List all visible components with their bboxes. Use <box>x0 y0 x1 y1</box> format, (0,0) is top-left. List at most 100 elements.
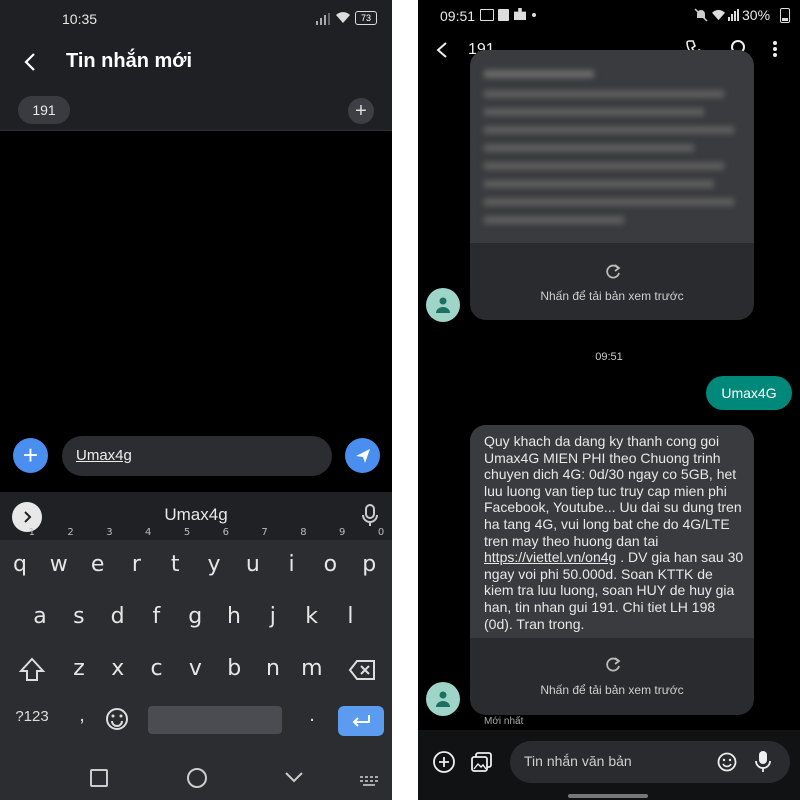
space-key[interactable] <box>148 706 282 734</box>
sender-avatar[interactable] <box>426 682 460 716</box>
key-u[interactable]: 7u <box>235 528 271 588</box>
mic-icon[interactable] <box>754 750 772 774</box>
key-letter: p <box>362 552 377 577</box>
right-phone-screen: 09:51 30% 191 <box>418 0 800 800</box>
attach-button[interactable]: + <box>13 438 48 473</box>
puzzle-notification-icon <box>514 8 526 20</box>
left-phone-screen: 10:35 73 Tin nhắn mới 191 + + Umax4g Uma… <box>0 0 392 800</box>
key-z[interactable]: z <box>61 646 97 692</box>
backspace-icon <box>348 660 375 680</box>
emoji-icon[interactable] <box>716 751 738 773</box>
period-key[interactable]: . <box>302 704 322 727</box>
key-letter: y <box>207 552 221 577</box>
key-l[interactable]: l <box>332 594 368 640</box>
message-notification-icon <box>498 9 509 21</box>
key-number-hint: 9 <box>339 527 346 538</box>
sent-message-bubble[interactable]: Umax4G <box>706 376 792 410</box>
recipient-chip[interactable]: 191 <box>18 96 70 124</box>
plus-icon: + <box>22 440 39 470</box>
input-placeholder: Tin nhắn văn bản <box>524 753 632 769</box>
received-message-bubble[interactable]: Quy khach da dang ky thanh cong goi Umax… <box>470 425 754 715</box>
battery-icon <box>780 8 790 23</box>
key-number-hint: 5 <box>183 527 191 538</box>
key-v[interactable]: v <box>177 646 213 692</box>
key-d[interactable]: d <box>100 594 136 640</box>
received-message-previous[interactable]: Nhấn để tải bản xem trước <box>470 50 754 320</box>
key-m[interactable]: m <box>294 646 330 692</box>
key-e[interactable]: 3e <box>80 528 116 588</box>
home-button-icon[interactable] <box>187 768 207 788</box>
key-p[interactable]: 0p <box>351 528 387 588</box>
keyboard-switch-icon[interactable] <box>360 773 378 791</box>
mute-icon <box>694 8 708 27</box>
key-t[interactable]: 5t <box>157 528 193 588</box>
key-letter: w <box>49 552 68 577</box>
backspace-key[interactable] <box>340 652 380 688</box>
send-button[interactable] <box>345 438 380 473</box>
message-input[interactable]: Umax4g <box>62 436 332 476</box>
blurred-message-body <box>470 50 754 243</box>
add-attachment-icon[interactable] <box>432 750 456 779</box>
key-q[interactable]: 1q <box>2 528 38 588</box>
key-b[interactable]: b <box>216 646 252 692</box>
comma-key[interactable]: , <box>72 704 92 727</box>
latest-label: Mới nhất <box>484 716 524 727</box>
text-message-input[interactable]: Tin nhắn văn bản <box>510 741 790 783</box>
signal-icon <box>728 8 740 26</box>
emoji-key[interactable] <box>104 706 130 737</box>
message-input-text: Umax4g <box>76 447 132 464</box>
battery-percent: 30% <box>742 7 771 23</box>
key-j[interactable]: j <box>255 594 291 640</box>
key-h[interactable]: h <box>216 594 252 640</box>
key-a[interactable]: a <box>22 594 58 640</box>
emoji-icon <box>106 708 128 730</box>
key-number-hint: 2 <box>67 527 74 538</box>
key-k[interactable]: k <box>294 594 330 640</box>
key-number-hint: 1 <box>28 527 35 538</box>
key-letter: e <box>90 552 105 577</box>
enter-key[interactable] <box>338 706 384 736</box>
sender-avatar[interactable] <box>426 288 460 322</box>
back-arrow-icon[interactable] <box>432 38 452 67</box>
suggestion-word[interactable]: Umax4g <box>0 505 392 525</box>
key-letter: r <box>131 552 141 577</box>
key-number-hint: 7 <box>261 527 268 538</box>
enter-icon <box>352 715 370 727</box>
key-o[interactable]: 9o <box>312 528 348 588</box>
key-w[interactable]: 2w <box>41 528 77 588</box>
back-nav-icon[interactable] <box>284 770 304 788</box>
symbols-key[interactable]: ?123 <box>10 708 54 725</box>
home-indicator <box>568 794 648 798</box>
key-f[interactable]: f <box>138 594 174 640</box>
person-icon <box>436 297 450 313</box>
reload-icon <box>604 656 622 679</box>
person-icon <box>436 691 450 707</box>
recents-button-icon[interactable] <box>90 769 108 787</box>
key-number-hint: 8 <box>300 527 307 538</box>
gallery-icon[interactable] <box>470 750 494 779</box>
keyboard-row-3: zxcvbnm <box>0 646 392 694</box>
timestamp-divider: 09:51 <box>595 351 623 363</box>
tap-to-load-preview[interactable]: Nhấn để tải bản xem trước <box>470 683 754 697</box>
key-n[interactable]: n <box>255 646 291 692</box>
tap-to-load-preview[interactable]: Nhấn để tải bản xem trước <box>470 289 754 303</box>
key-y[interactable]: 6y <box>196 528 232 588</box>
key-r[interactable]: 4r <box>118 528 154 588</box>
message-link[interactable]: https://viettel.vn/on4g <box>484 549 616 565</box>
key-letter: i <box>288 552 295 577</box>
key-x[interactable]: x <box>100 646 136 692</box>
status-time: 10:35 <box>62 11 98 27</box>
more-options-icon[interactable] <box>772 40 778 63</box>
status-time: 09:51 <box>440 8 476 24</box>
wifi-icon <box>335 11 351 29</box>
plus-icon: + <box>355 100 367 122</box>
key-c[interactable]: c <box>139 646 175 692</box>
key-number-hint: 0 <box>377 527 385 538</box>
key-i[interactable]: 8i <box>274 528 310 588</box>
key-g[interactable]: g <box>177 594 213 640</box>
key-letter: t <box>170 552 180 577</box>
add-recipient-button[interactable]: + <box>348 98 374 124</box>
key-s[interactable]: s <box>61 594 97 640</box>
back-arrow-icon[interactable] <box>18 48 44 76</box>
message-text: Quy khach da dang ky thanh cong goi Umax… <box>484 433 744 632</box>
